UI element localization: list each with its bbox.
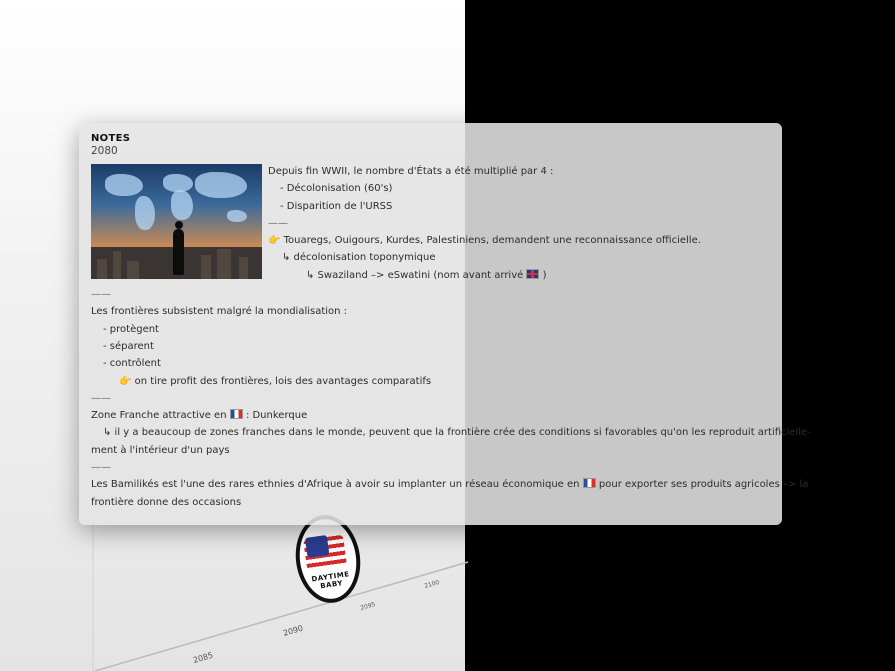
pointing-hand-icon: 👉 [268, 235, 281, 247]
note-text: : Dunkerque [245, 410, 308, 422]
note-line: frontière donne des occasions [91, 496, 242, 508]
notes-panel[interactable]: NOTES 2080 Depuis fin WWII, le nombre d'… [79, 123, 811, 525]
note-line-bamilikes: Les Bamilikés est l'une des rares ethnie… [91, 476, 808, 493]
person-silhouette [173, 221, 184, 275]
note-line: ↳ il y a beaucoup de zones franches dans… [103, 427, 811, 439]
timeline-label-2100: 2100 [424, 579, 441, 590]
badge-stars-icon [304, 534, 330, 558]
note-line: Depuis fin WWII, le nombre d'États a été… [268, 166, 554, 177]
note-line: ment à l'intérieur d'un pays [91, 444, 230, 456]
note-line: - séparent [103, 340, 154, 352]
pointing-hand-icon: 👉 [119, 375, 132, 387]
france-flag-icon [582, 478, 596, 489]
note-separator: —— [268, 217, 288, 229]
france-flag-icon [229, 409, 243, 420]
note-separator: —— [91, 462, 111, 474]
note-line-swaziland: ↳ Swaziland –> eSwatini (nom avant arriv… [268, 267, 770, 284]
note-line: Les frontières subsistent malgré la mond… [91, 306, 348, 318]
timeline-label-2085: 2085 [192, 651, 214, 665]
timeline-label-2090: 2090 [282, 624, 304, 638]
note-line-zone-franche: Zone Franche attractive en : Dunkerque [91, 407, 770, 424]
note-line: - contrôlent [103, 358, 161, 370]
notes-title: NOTES [91, 133, 131, 144]
note-separator: —— [91, 289, 111, 301]
timeline-label-2095: 2095 [360, 601, 377, 612]
note-line: - Disparition de l'URSS [280, 200, 393, 212]
note-separator: —— [91, 392, 111, 404]
note-text: ↳ Swaziland –> eSwatini (nom avant arriv… [306, 269, 524, 281]
uk-flag-icon [526, 268, 540, 279]
note-line: - Décolonisation (60's) [280, 183, 393, 195]
notes-year: 2080 [91, 145, 118, 157]
badge-text: DAYTIME BABY [310, 570, 351, 591]
note-text: Touaregs, Ouigours, Kurdes, Palestiniens… [283, 235, 701, 247]
note-text: on tire profit des frontières, lois des … [134, 375, 432, 387]
note-text: Zone Franche attractive en [91, 410, 227, 422]
note-text: ) [542, 269, 547, 281]
note-text: pour exporter ses produits agricoles –> … [598, 479, 809, 491]
notes-image [91, 164, 262, 279]
timeline-line [94, 561, 469, 671]
note-line-profit: 👉 on tire profit des frontières, lois de… [91, 373, 770, 390]
note-line: - protègent [103, 323, 159, 335]
note-line-claims: 👉 Touaregs, Ouigours, Kurdes, Palestinie… [268, 232, 770, 249]
note-line: ↳ décolonisation toponymique [282, 252, 436, 264]
note-text: Les Bamilikés est l'une des rares ethnie… [91, 479, 580, 491]
